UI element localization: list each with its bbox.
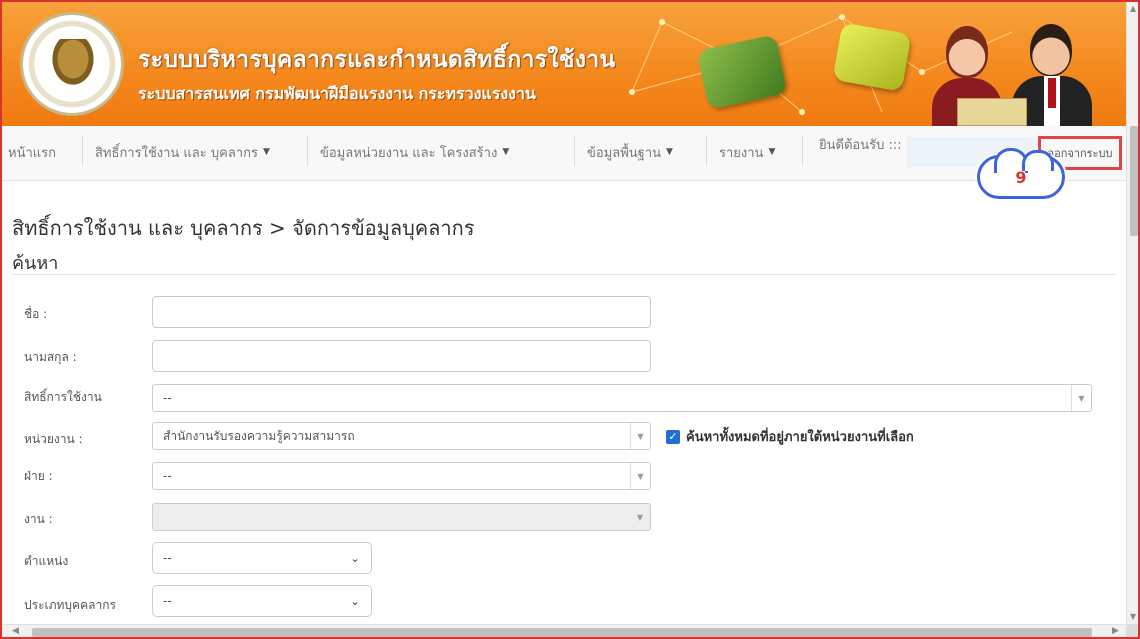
nav-basic-data-menu[interactable]: ข้อมูลพื้นฐาน ▼ — [587, 126, 673, 178]
yellow-puzzle-piece — [832, 22, 912, 92]
step-annotation-cloud: 9 — [977, 148, 1065, 199]
scroll-right-icon[interactable]: ▶ — [1112, 626, 1119, 636]
logo-emblem — [49, 39, 97, 89]
nav-home[interactable]: หน้าแรก — [8, 126, 56, 178]
role-select[interactable]: -- ▼ — [152, 384, 1092, 412]
nav-divider — [802, 136, 803, 166]
division-select-value: -- — [163, 469, 172, 483]
nav-divider — [706, 136, 707, 166]
first-name-input[interactable] — [152, 296, 651, 328]
horizontal-scrollbar[interactable]: ◀ ▶ — [2, 624, 1126, 637]
first-name-label: ชื่อ : — [24, 307, 48, 321]
nav-units-menu[interactable]: ข้อมูลหน่วยงาน และ โครงสร้าง ▼ — [320, 126, 509, 178]
staff-type-select-value: -- — [163, 594, 172, 608]
scroll-up-icon[interactable]: ▲ — [1130, 4, 1136, 13]
dropdown-arrow-icon: ▼ — [636, 512, 644, 522]
vertical-scrollbar[interactable]: ▲ ▼ — [1126, 2, 1138, 624]
role-label: สิทธิ์การใช้งาน — [24, 390, 102, 404]
chevron-down-icon: ⌄ — [350, 594, 360, 608]
screenshot-frame: ระบบบริหารบุคลากรและกำหนดสิทธิ์การใช้งาน… — [0, 0, 1140, 639]
include-subunits-checkbox[interactable]: ✓ ค้นหาทั้งหมดที่อยู่ภายใต้หน่วยงานที่เล… — [666, 426, 914, 447]
section-divider — [12, 274, 1116, 275]
nav-reports-menu[interactable]: รายงาน ▼ — [719, 126, 775, 178]
vertical-scroll-thumb[interactable] — [1130, 126, 1138, 236]
nav-permissions-menu[interactable]: สิทธิ์การใช้งาน และ บุคลากร ▼ — [95, 126, 270, 178]
work-select: ▼ — [152, 503, 651, 531]
include-subunits-label: ค้นหาทั้งหมดที่อยู่ภายใต้หน่วยงานที่เลือ… — [686, 430, 914, 445]
department-logo — [20, 12, 124, 116]
caret-down-icon: ▼ — [262, 147, 270, 157]
page-breadcrumb: สิทธิ์การใช้งาน และ บุคลากร > จัดการข้อม… — [12, 216, 475, 240]
dropdown-arrow-icon: ▼ — [1071, 385, 1091, 411]
position-select-value: -- — [163, 551, 172, 565]
division-select[interactable]: -- ▼ — [152, 462, 651, 490]
system-title: ระบบบริหารบุคลากรและกำหนดสิทธิ์การใช้งาน — [138, 47, 616, 73]
last-name-input[interactable] — [152, 340, 651, 372]
system-subtitle: ระบบสารสนเทศ กรมพัฒนาฝีมือแรงงาน กระทรวง… — [138, 84, 536, 103]
work-label: งาน : — [24, 512, 53, 526]
unit-select-value: สำนักงานรับรองความรู้ความสามารถ — [163, 428, 355, 443]
header-banner: ระบบบริหารบุคลากรและกำหนดสิทธิ์การใช้งาน… — [2, 2, 1126, 126]
unit-label: หน่วยงาน : — [24, 432, 83, 446]
step-number: 9 — [1015, 167, 1027, 187]
nav-units-label: ข้อมูลหน่วยงาน และ โครงสร้าง — [320, 145, 498, 161]
caret-down-icon: ▼ — [768, 147, 776, 157]
division-label: ฝ่าย : — [24, 469, 53, 483]
scroll-left-icon[interactable]: ◀ — [12, 626, 19, 636]
dropdown-arrow-icon: ▼ — [630, 423, 650, 449]
nav-divider — [574, 136, 575, 166]
horizontal-scroll-thumb[interactable] — [32, 628, 1092, 637]
nav-permissions-label: สิทธิ์การใช้งาน และ บุคลากร — [95, 145, 258, 161]
last-name-label: นามสกุล : — [24, 350, 77, 364]
role-select-value: -- — [163, 391, 172, 405]
nav-divider — [307, 136, 308, 166]
nav-home-label: หน้าแรก — [8, 145, 56, 161]
folder-illustration — [957, 98, 1027, 126]
nav-reports-label: รายงาน — [719, 145, 764, 161]
dropdown-arrow-icon: ▼ — [630, 463, 650, 489]
staff-type-select[interactable]: -- ⌄ — [152, 585, 372, 617]
position-select[interactable]: -- ⌄ — [152, 542, 372, 574]
welcome-text: ยินดีต้อนรับ ::: — [819, 118, 902, 170]
nav-divider — [82, 136, 83, 166]
welcome-label: ยินดีต้อนรับ ::: — [819, 137, 902, 153]
unit-select[interactable]: สำนักงานรับรองความรู้ความสามารถ ▼ — [152, 422, 651, 450]
caret-down-icon: ▼ — [666, 147, 673, 157]
scroll-down-icon[interactable]: ▼ — [1130, 612, 1136, 621]
position-label: ตำแหน่ง — [24, 554, 69, 568]
caret-down-icon: ▼ — [502, 147, 510, 157]
checkmark-icon[interactable]: ✓ — [666, 429, 680, 444]
chevron-down-icon: ⌄ — [350, 551, 360, 565]
search-section-title: ค้นหา — [12, 253, 59, 274]
nav-basic-data-label: ข้อมูลพื้นฐาน — [587, 145, 662, 161]
staff-type-label: ประเภทบุคคลากร — [24, 598, 116, 612]
scrollbar-corner — [1126, 624, 1138, 637]
main-navbar: หน้าแรก สิทธิ์การใช้งาน และ บุคลากร ▼ ข้… — [2, 126, 1126, 181]
